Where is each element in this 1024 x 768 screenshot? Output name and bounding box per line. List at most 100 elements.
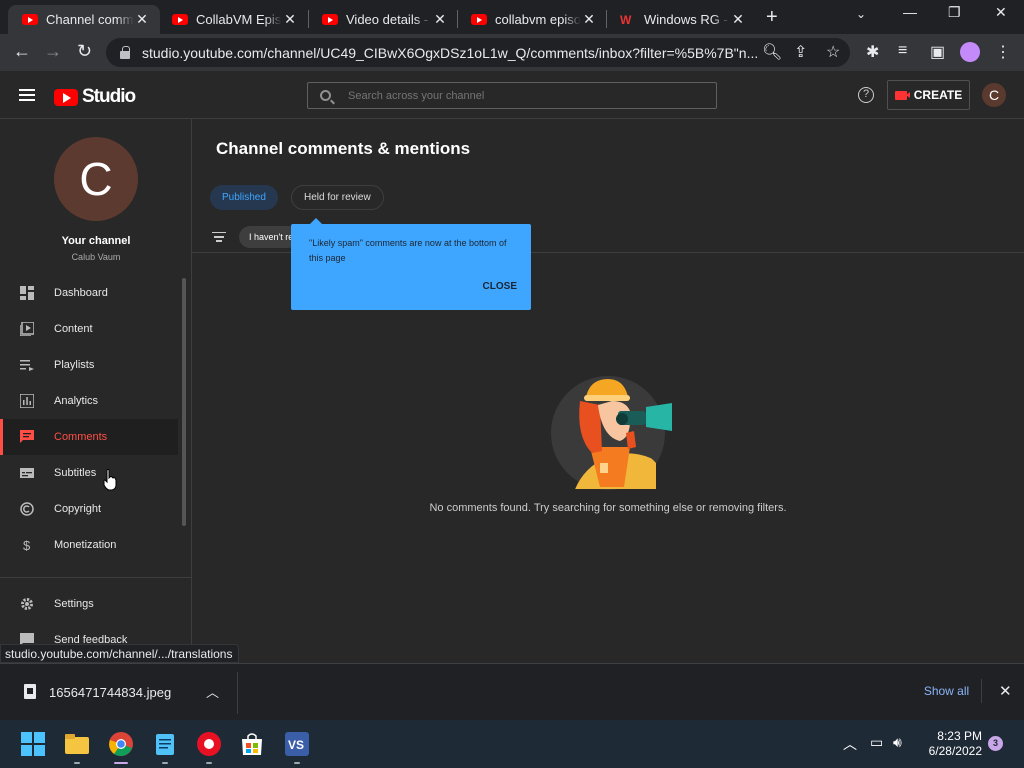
tab-published[interactable]: Published — [210, 185, 278, 210]
sidebar-scrollbar[interactable] — [182, 278, 186, 526]
browser-tab[interactable]: CollabVM Episo ✕ — [158, 5, 308, 34]
browser-tab[interactable]: collabvm episoc ✕ — [457, 5, 607, 34]
browser-tab-strip: Channel comme ✕ CollabVM Episo ✕ Video d… — [0, 0, 1024, 34]
sidebar-bottom: Settings Send feedback — [0, 577, 191, 646]
create-button[interactable]: CREATE — [887, 80, 970, 110]
notification-badge[interactable]: 3 — [988, 736, 1003, 751]
close-tab-icon[interactable]: ✕ — [432, 11, 448, 28]
volume-icon[interactable]: 🔊︎ — [893, 734, 902, 751]
taskbar-indicator — [114, 762, 128, 764]
channel-name: Calub Vaum — [71, 252, 121, 262]
sidebar-item-label: Copyright — [54, 503, 102, 515]
tooltip-text: "Likely spam" comments are now at the bo… — [309, 238, 507, 263]
sidebar-item-dashboard[interactable]: Dashboard — [0, 275, 178, 311]
copyright-icon — [20, 502, 34, 516]
sidebar-item-subtitles[interactable]: Subtitles — [0, 455, 178, 491]
reload-button[interactable]: ↻ — [77, 41, 92, 62]
tooltip-close-button[interactable]: CLOSE — [483, 279, 517, 294]
close-download-bar-icon[interactable]: ✕ — [999, 682, 1012, 700]
tab-title: Windows RG - J — [644, 12, 730, 27]
notepad-icon[interactable] — [153, 732, 177, 756]
youtube-icon — [471, 14, 487, 25]
sidebar-item-monetization[interactable]: $ Monetization — [0, 527, 178, 563]
empty-state-illustration — [551, 376, 672, 490]
studio-logo-text: Studio — [82, 86, 136, 107]
sidebar-item-label: Analytics — [54, 395, 99, 407]
video-camera-icon — [894, 90, 910, 100]
browser-menu-icon[interactable]: ⋮ — [995, 42, 1011, 62]
chrome-icon[interactable] — [109, 732, 133, 756]
forward-button[interactable]: → — [44, 41, 62, 62]
url-text: studio.youtube.com/channel/UC49_CIBwX6Og… — [142, 44, 759, 61]
help-icon[interactable]: ? — [858, 87, 874, 103]
download-bar: 1656471744834.jpeg ︿ Show all ✕ — [0, 663, 1024, 720]
browser-tab[interactable]: Channel comme ✕ — [8, 5, 160, 34]
sidebar-item-playlists[interactable]: Playlists — [0, 347, 178, 383]
sidebar-item-label: Monetization — [54, 539, 117, 551]
tab-title: CollabVM Episo — [196, 12, 282, 27]
share-icon[interactable]: ⇪ — [794, 42, 807, 62]
svg-text:VS: VS — [288, 738, 304, 752]
media-control-icon[interactable]: ≡ — [898, 42, 907, 60]
channel-search[interactable] — [307, 82, 717, 109]
extensions-icon[interactable]: ✱ — [866, 42, 879, 62]
new-tab-button[interactable]: + — [766, 6, 778, 29]
link-preview-status: studio.youtube.com/channel/.../translati… — [0, 644, 240, 663]
close-tab-icon[interactable]: ✕ — [730, 11, 746, 28]
network-icon[interactable]: ▭ — [870, 734, 883, 751]
record-app-icon[interactable] — [197, 732, 221, 756]
tab-title: collabvm episoc — [495, 12, 581, 27]
tray-overflow-icon[interactable]: ︿ — [843, 734, 857, 754]
taskbar-indicator — [162, 762, 168, 764]
windows-taskbar: VS ︿ ▭ 🔊︎ 8:23 PM 6/28/2022 3 — [0, 720, 1024, 768]
taskbar-indicator — [294, 762, 300, 764]
hamburger-menu-icon[interactable] — [19, 89, 35, 101]
create-label: CREATE — [913, 88, 963, 102]
download-item[interactable]: 1656471744834.jpeg — [49, 685, 171, 700]
store-icon[interactable] — [240, 732, 264, 756]
subtitles-icon — [20, 468, 34, 478]
chevron-up-icon[interactable]: ︿ — [206, 682, 219, 701]
sidebar-item-content[interactable]: Content — [0, 311, 178, 347]
dashboard-icon — [20, 286, 34, 300]
tab-title: Channel comme — [46, 12, 134, 27]
taskbar-indicator — [206, 762, 212, 764]
close-window-button[interactable]: ✕ — [995, 4, 1007, 21]
file-explorer-icon[interactable] — [65, 732, 89, 756]
tab-held-for-review[interactable]: Held for review — [291, 185, 384, 210]
windows-start-icon[interactable] — [21, 732, 45, 756]
back-button[interactable]: ← — [13, 41, 31, 62]
bookmark-star-icon[interactable]: ☆ — [826, 42, 840, 62]
download-divider — [237, 672, 238, 714]
side-panel-icon[interactable]: ▣ — [930, 42, 945, 62]
tab-title: Video details - Y — [346, 12, 432, 27]
filter-icon[interactable] — [212, 232, 226, 242]
sidebar-item-copyright[interactable]: Copyright — [0, 491, 178, 527]
monetization-icon: $ — [23, 538, 31, 552]
main-content: Channel comments & mentions Published He… — [192, 119, 1024, 664]
close-tab-icon[interactable]: ✕ — [282, 11, 298, 28]
sidebar-item-analytics[interactable]: Analytics — [0, 383, 178, 419]
minimize-button[interactable]: — — [903, 4, 917, 20]
filter-chip[interactable]: I haven't re — [239, 226, 299, 248]
close-tab-icon[interactable]: ✕ — [134, 11, 150, 28]
vs-code-icon[interactable]: VS — [285, 732, 309, 756]
maximize-button[interactable]: ❐ — [948, 4, 961, 21]
close-tab-icon[interactable]: ✕ — [581, 11, 597, 28]
browser-tab[interactable]: Video details - Y ✕ — [308, 5, 458, 34]
tab-search-icon[interactable]: ⌄ — [856, 7, 866, 21]
account-avatar[interactable]: C — [982, 83, 1006, 107]
profile-avatar[interactable] — [960, 42, 980, 62]
address-bar[interactable]: studio.youtube.com/channel/UC49_CIBwX6Og… — [106, 38, 850, 67]
comments-icon — [20, 430, 34, 443]
zoom-icon[interactable]: 🔍︎ — [762, 42, 782, 62]
youtube-logo-icon — [54, 88, 78, 106]
search-input[interactable] — [348, 89, 688, 102]
browser-tab[interactable]: W Windows RG - J ✕ — [606, 5, 756, 34]
show-all-button[interactable]: Show all — [912, 679, 982, 703]
sidebar-item-comments[interactable]: Comments — [0, 419, 178, 455]
channel-avatar[interactable]: C — [54, 137, 138, 221]
studio-logo[interactable]: Studio — [54, 86, 136, 108]
sidebar-item-settings[interactable]: Settings — [0, 586, 190, 622]
system-clock[interactable]: 8:23 PM 6/28/2022 — [918, 729, 982, 759]
